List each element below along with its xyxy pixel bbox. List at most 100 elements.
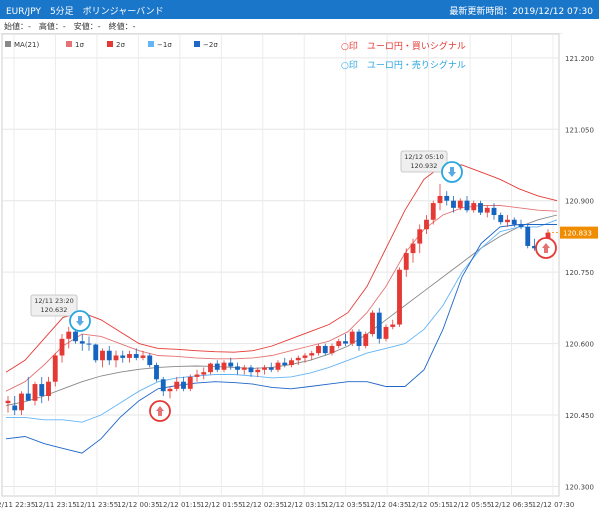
sell-signal-note: ○印 ユーロ円・売りシグナル (341, 59, 466, 71)
candle-body (106, 350, 112, 361)
legend-swatch (5, 41, 11, 47)
x-tick-label: 12/12 01:15 (159, 501, 202, 509)
candle-body (221, 362, 227, 370)
candle-body (451, 200, 456, 208)
tooltip-2-value: 120.932 (411, 162, 438, 170)
bollinger-chart: 120.300 120.450 120.600 120.750 120.900 121.0… (0, 33, 598, 509)
candle-body (383, 326, 389, 339)
legend-label: MA(21) (14, 41, 39, 49)
y-tick-label: 121.050 (565, 126, 594, 134)
candle-body (66, 331, 72, 339)
candle-body (93, 344, 99, 361)
candle-body (464, 200, 470, 211)
candle-body (73, 331, 78, 342)
candle-body (302, 355, 308, 358)
last-price-label: 120.833 (563, 230, 592, 238)
candle-body (505, 219, 510, 223)
y-tick-label: 120.450 (565, 412, 594, 420)
candle-body (5, 400, 11, 404)
x-tick-label: 12/12 03:15 (283, 501, 326, 509)
y-tick-label: 121.200 (565, 55, 594, 63)
x-tick-label: 12/12 06:35 (490, 501, 533, 509)
candle-body (316, 345, 321, 354)
legend-swatch (148, 41, 154, 47)
candle-body (154, 365, 159, 380)
candle-body (471, 203, 477, 211)
x-tick-label: 12/12 04:35 (366, 501, 409, 509)
candle-body (484, 207, 490, 213)
candle-body (181, 381, 186, 389)
candle-body (25, 393, 31, 401)
candle-body (100, 350, 105, 361)
x-tick-label: 12/11 23:55 (76, 501, 119, 509)
legend-swatch (107, 41, 113, 47)
candle-body (86, 343, 92, 345)
candle-body (248, 367, 254, 373)
legend-swatch (194, 41, 200, 47)
candle-body (343, 341, 348, 344)
candle-body (478, 203, 483, 213)
y-tick-label: 120.750 (565, 269, 594, 277)
candle-body (437, 195, 443, 204)
legend-label: −1σ (157, 41, 172, 49)
candle-body (295, 357, 301, 361)
buy-signal-note: ○印 ユーロ円・買いシグナル (341, 40, 466, 52)
candle-body (491, 207, 497, 215)
candle-body (113, 355, 119, 361)
candle-body (235, 366, 240, 370)
candle-body (268, 367, 274, 370)
candle-body (289, 360, 294, 366)
legend-label: −2σ (203, 41, 218, 49)
legend-label: 1σ (75, 41, 84, 49)
candle-body (397, 269, 402, 325)
candle-body (228, 362, 234, 367)
candle-body (39, 384, 45, 396)
candle-body (390, 324, 396, 327)
candle-body (174, 381, 180, 389)
candle-body (201, 372, 207, 375)
candle-body (160, 379, 166, 392)
candle-body (194, 374, 200, 377)
candle-body (424, 219, 429, 230)
candle-body (187, 376, 193, 389)
candle-body (79, 341, 85, 344)
candle-body (241, 367, 247, 370)
candle-body (275, 362, 281, 370)
x-tick-label: 12/11 23:15 (34, 501, 77, 509)
candle-body (525, 226, 531, 246)
candle-body (52, 355, 58, 382)
tooltip-1-time: 12/11 23:20 (34, 297, 74, 305)
candle-body (133, 354, 139, 358)
candle-body (363, 334, 369, 346)
tooltip-2-time: 12/12 05:10 (404, 153, 444, 161)
chart-window: EUR/JPY 5分足 ボリンジャーバンド 最新更新時間：2019/12/12 … (0, 0, 599, 510)
candle-body (120, 355, 126, 358)
x-tick-label: 12/12 05:55 (449, 501, 492, 509)
candle-body (370, 312, 375, 335)
candle-body (410, 243, 416, 254)
candle-body (309, 353, 315, 356)
candle-body (32, 384, 38, 401)
candle-body (376, 312, 382, 339)
legend-label: 2σ (116, 41, 125, 49)
candle-body (498, 214, 504, 223)
y-tick-label: 120.600 (565, 341, 594, 349)
y-tick-label: 120.300 (565, 483, 594, 491)
candle-body (356, 331, 362, 346)
candle-body (511, 219, 517, 225)
candle-body (167, 388, 173, 392)
candle-body (329, 345, 335, 354)
candle-body (444, 195, 450, 201)
candle-body (208, 363, 213, 373)
candle-body (430, 203, 436, 220)
candle-body (417, 229, 423, 244)
x-tick-label: 12/12 05:15 (407, 501, 450, 509)
plot-area (1, 33, 560, 497)
candle-body (140, 355, 146, 358)
candle-body (19, 393, 24, 411)
x-tick-label: 12/12 03:55 (324, 501, 367, 509)
x-tick-label: 12/11 22:35 (0, 501, 35, 509)
legend-swatch (66, 41, 72, 47)
candle-body (255, 369, 261, 373)
candle-body (282, 362, 288, 366)
